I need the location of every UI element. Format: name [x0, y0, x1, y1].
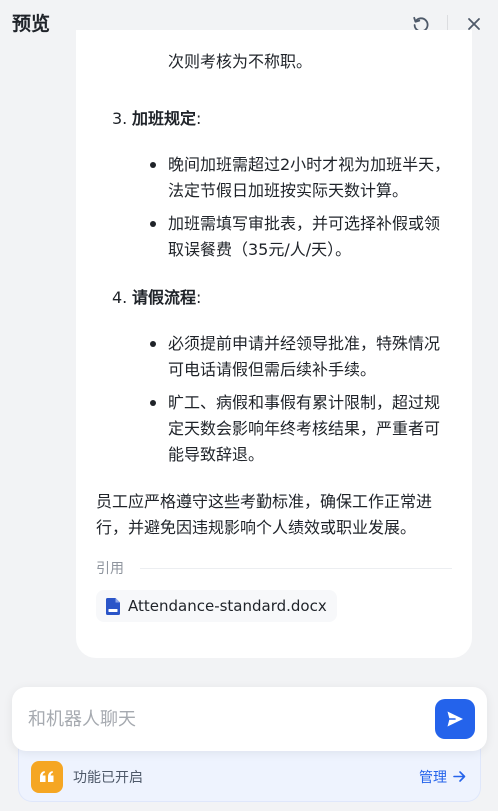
section-colon: :	[196, 109, 202, 128]
section-colon: :	[196, 288, 202, 307]
list-item: 旷工、病假和事假有累计限制，超过规定天数会影响年终考核结果，严重者可能导致辞退。	[96, 390, 452, 468]
citation-file-name: Attendance-standard.docx	[128, 597, 327, 615]
section-number: 3.	[112, 109, 128, 128]
message-content: 次则考核为不称职。 3. 加班规定: 晚间加班需超过2小时才视为加班半天，法定节假…	[96, 49, 452, 541]
arrow-right-icon	[453, 771, 466, 782]
assistant-message-card: 次则考核为不称职。 3. 加班规定: 晚间加班需超过2小时才视为加班半天，法定节假…	[76, 30, 472, 658]
manage-link[interactable]: 管理	[419, 767, 466, 787]
section-heading: 4. 请假流程:	[96, 285, 452, 311]
section-title: 请假流程	[132, 288, 197, 307]
feature-status-text: 功能已开启	[73, 769, 143, 786]
list-item: 加班需填写审批表，并可选择补假或领取误餐费（35元/人/天）。	[96, 211, 452, 263]
section-title: 加班规定	[132, 109, 197, 128]
list-item: 必须提前申请并经领导批准，特殊情况可电话请假但需后续补手续。	[96, 331, 452, 383]
section-number: 4.	[112, 288, 128, 307]
summary-paragraph: 员工应严格遵守这些考勤标准，确保工作正常进行，并避免因违规影响个人绩效或职业发展…	[96, 492, 433, 537]
citation-header: 引用	[96, 558, 452, 578]
list-item: 晚间加班需超过2小时才视为加班半天，法定节假日加班按实际天数计算。	[96, 152, 452, 204]
section-heading: 3. 加班规定:	[96, 106, 452, 132]
citation-label: 引用	[96, 561, 124, 577]
citation-file-chip[interactable]: Attendance-standard.docx	[96, 590, 337, 622]
section-leave: 4. 请假流程: 必须提前申请并经领导批准，特殊情况可电话请假但需后续补手续。 旷…	[96, 285, 452, 468]
bullet-list: 晚间加班需超过2小时才视为加班半天，法定节假日加班按实际天数计算。 加班需填写审…	[96, 152, 452, 263]
chat-input[interactable]	[28, 708, 435, 730]
partial-line: 次则考核为不称职。	[168, 52, 313, 71]
page-title: 预览	[12, 12, 51, 35]
manage-label: 管理	[419, 769, 447, 786]
bullet-list: 必须提前申请并经领导批准，特殊情况可电话请假但需后续补手续。 旷工、病假和事假有…	[96, 331, 452, 468]
chat-composer	[12, 687, 487, 751]
citation-divider	[140, 567, 452, 569]
quote-icon	[31, 760, 63, 793]
send-button[interactable]	[435, 699, 475, 739]
section-overtime: 3. 加班规定: 晚间加班需超过2小时才视为加班半天，法定节假日加班按实际天数计算…	[96, 106, 452, 263]
docx-file-icon	[106, 597, 120, 615]
send-icon	[447, 711, 463, 727]
